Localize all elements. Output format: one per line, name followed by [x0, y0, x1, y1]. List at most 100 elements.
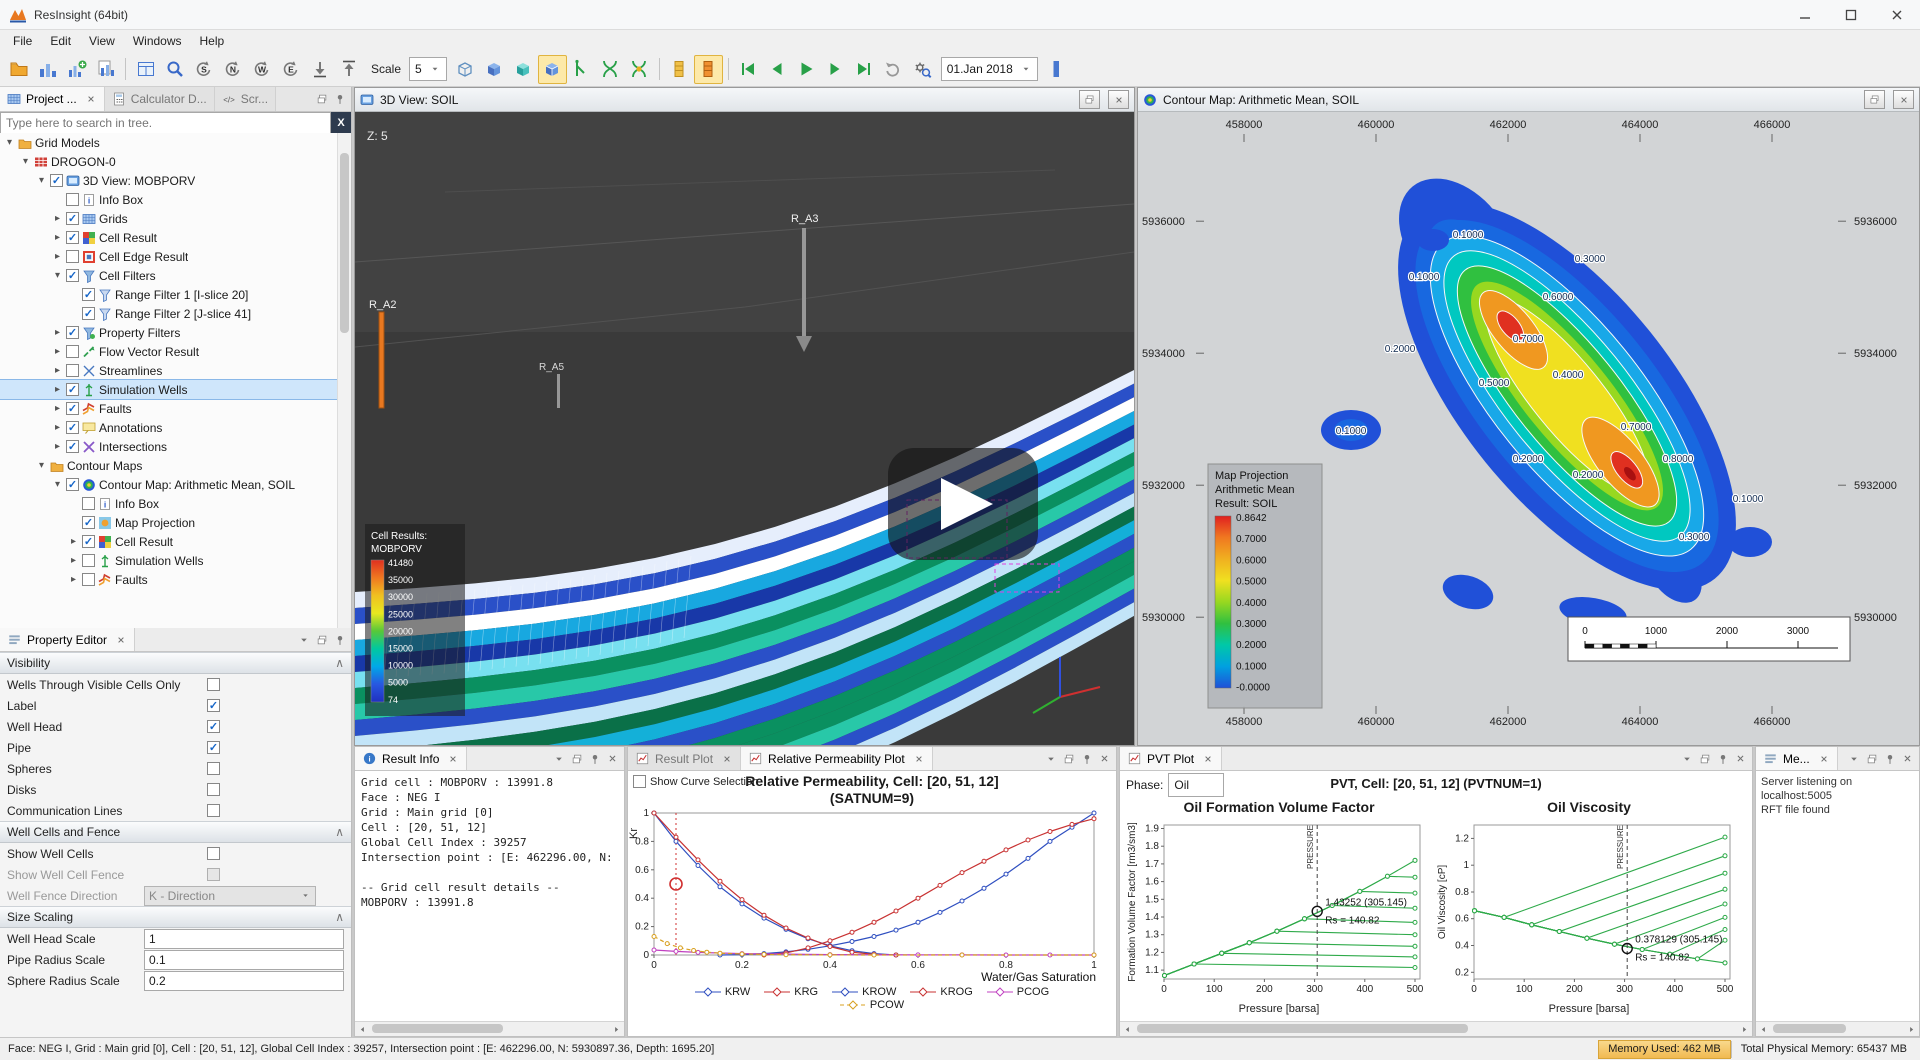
- window-close-button[interactable]: [1893, 90, 1914, 109]
- panel-pin-button[interactable]: [1881, 750, 1898, 767]
- tab-messages[interactable]: Me...: [1756, 747, 1838, 770]
- open-project-icon[interactable]: [4, 55, 33, 84]
- tree-checkbox[interactable]: [66, 250, 79, 263]
- panel-float-button[interactable]: [568, 750, 585, 767]
- prop-checkbox[interactable]: [207, 678, 220, 691]
- tab-project[interactable]: Project ...: [0, 87, 105, 111]
- panel-close-button[interactable]: [1732, 750, 1749, 767]
- animation-play-icon[interactable]: [792, 55, 821, 84]
- contour-map-viewport[interactable]: 4580004580004600004600004620004620004640…: [1138, 112, 1919, 745]
- simulation-wells-icon[interactable]: [567, 55, 596, 84]
- prop-value-input[interactable]: 0.1: [144, 950, 344, 970]
- scroll-right-icon[interactable]: [609, 1022, 624, 1036]
- legend-item-krg[interactable]: KRG: [764, 986, 818, 998]
- tab-close-icon[interactable]: [85, 93, 97, 105]
- panel-float-button[interactable]: [1696, 750, 1713, 767]
- tree-item-faults[interactable]: ▸Faults: [0, 570, 338, 589]
- draw-style-surface-icon[interactable]: [480, 55, 509, 84]
- new-summary-plot-icon[interactable]: [62, 55, 91, 84]
- tree-item-cell-edge-result[interactable]: ▸Cell Edge Result: [0, 247, 338, 266]
- scroll-right-icon[interactable]: [1904, 1022, 1919, 1036]
- scroll-right-icon[interactable]: [1737, 1022, 1752, 1036]
- tree-expander-icon[interactable]: ▸: [68, 555, 79, 566]
- animation-skip-to-end-icon[interactable]: [850, 55, 879, 84]
- menu-file[interactable]: File: [4, 32, 41, 50]
- tree-scrollbar-thumb[interactable]: [340, 153, 349, 333]
- view-from-west-icon[interactable]: W: [247, 55, 276, 84]
- section-header-size-scaling[interactable]: Size Scaling∧: [0, 906, 351, 928]
- tree-expander-icon[interactable]: ▾: [20, 156, 31, 167]
- window-float-button[interactable]: [1864, 90, 1885, 109]
- tree-expander-icon[interactable]: ▸: [52, 251, 63, 262]
- tree-checkbox[interactable]: [66, 364, 79, 377]
- tree-expander-icon[interactable]: ▸: [52, 441, 63, 452]
- show-curve-selection-checkbox[interactable]: [633, 775, 646, 788]
- tree-item-drogon-0[interactable]: ▾DROGON-0: [0, 152, 338, 171]
- scroll-thumb[interactable]: [1137, 1024, 1468, 1033]
- tree-item-faults[interactable]: ▸Faults: [0, 399, 338, 418]
- show-grid-box-icon[interactable]: [451, 55, 480, 84]
- scale-select[interactable]: 5: [409, 57, 447, 81]
- well-paths-icon[interactable]: [596, 55, 625, 84]
- tile-windows-icon[interactable]: [131, 55, 160, 84]
- menu-windows[interactable]: Windows: [124, 32, 191, 50]
- tree-checkbox[interactable]: [66, 193, 79, 206]
- result-info-hscrollbar[interactable]: [355, 1021, 624, 1036]
- draw-style-surface-mesh-icon[interactable]: [538, 55, 567, 84]
- summary-plot-icon[interactable]: [33, 55, 62, 84]
- pvt-hscrollbar[interactable]: [1120, 1021, 1752, 1036]
- animation-step-back-icon[interactable]: [763, 55, 792, 84]
- pvt-chart-canvas[interactable]: 1.11.21.31.41.51.61.71.81.90100200300400…: [1124, 817, 1434, 1005]
- tree-item-simulation-wells[interactable]: ▸Simulation Wells: [0, 551, 338, 570]
- section-header-visibility[interactable]: Visibility∧: [0, 652, 351, 674]
- minimize-button[interactable]: [1782, 0, 1828, 29]
- tree-item-property-filters[interactable]: ▸Property Filters: [0, 323, 338, 342]
- tab-calculatord[interactable]: Calculator D...: [105, 87, 215, 111]
- tab-close-icon[interactable]: [447, 753, 459, 765]
- tab-pvt-plot[interactable]: PVT Plot: [1120, 747, 1222, 770]
- plot-window-icon[interactable]: [665, 55, 694, 84]
- panel-pin-button[interactable]: [1714, 750, 1731, 767]
- tree-checkbox[interactable]: [66, 269, 79, 282]
- tree-expander-icon[interactable]: ▾: [4, 137, 15, 148]
- scroll-track[interactable]: [1135, 1022, 1737, 1036]
- tree-expander-icon[interactable]: ▸: [52, 422, 63, 433]
- panel-menu-button[interactable]: [550, 750, 567, 767]
- tree-checkbox[interactable]: [66, 326, 79, 339]
- tab-close-icon[interactable]: [115, 634, 127, 646]
- scroll-thumb[interactable]: [1773, 1024, 1846, 1033]
- tree-item-range-filter-2--j-slice-41-[interactable]: Range Filter 2 [J-slice 41]: [0, 304, 338, 323]
- view-from-east-icon[interactable]: E: [276, 55, 305, 84]
- prop-checkbox[interactable]: [207, 699, 220, 712]
- prop-checkbox[interactable]: [207, 804, 220, 817]
- tree-item-contour-maps[interactable]: ▾Contour Maps: [0, 456, 338, 475]
- tree-checkbox[interactable]: [82, 516, 95, 529]
- close-button[interactable]: [1874, 0, 1920, 29]
- draw-style-mesh-icon[interactable]: [509, 55, 538, 84]
- plot-template-icon[interactable]: [91, 55, 120, 84]
- prop-checkbox[interactable]: [207, 868, 220, 881]
- maximize-button[interactable]: [1828, 0, 1874, 29]
- panel-pin-button[interactable]: [331, 631, 348, 648]
- tree-item-grids[interactable]: ▸Grids: [0, 209, 338, 228]
- tree-expander-icon[interactable]: ▸: [68, 536, 79, 547]
- tab-result-plot[interactable]: Result Plot: [628, 747, 741, 770]
- view-from-north-icon[interactable]: N: [218, 55, 247, 84]
- tree-item-range-filter-1--i-slice-20-[interactable]: Range Filter 1 [I-slice 20]: [0, 285, 338, 304]
- legend-item-pcog[interactable]: PCOG: [987, 986, 1049, 998]
- tree-checkbox[interactable]: [82, 307, 95, 320]
- scroll-left-icon[interactable]: [355, 1022, 370, 1036]
- tab-close-icon[interactable]: [1818, 753, 1830, 765]
- tree-scrollbar[interactable]: [337, 133, 351, 628]
- section-header-well-cells-and-fence[interactable]: Well Cells and Fence∧: [0, 821, 351, 843]
- tree-checkbox[interactable]: [66, 383, 79, 396]
- prop-checkbox[interactable]: [207, 720, 220, 733]
- view-from-south-icon[interactable]: S: [189, 55, 218, 84]
- panel-pin-button[interactable]: [331, 91, 348, 108]
- scroll-track[interactable]: [370, 1022, 609, 1036]
- tree-expander-icon[interactable]: ▾: [36, 175, 47, 186]
- legend-item-krw[interactable]: KRW: [695, 986, 750, 998]
- scroll-left-icon[interactable]: [1756, 1022, 1771, 1036]
- tree-item-annotations[interactable]: ▸Annotations: [0, 418, 338, 437]
- timestep-select[interactable]: 01.Jan 2018: [941, 57, 1038, 81]
